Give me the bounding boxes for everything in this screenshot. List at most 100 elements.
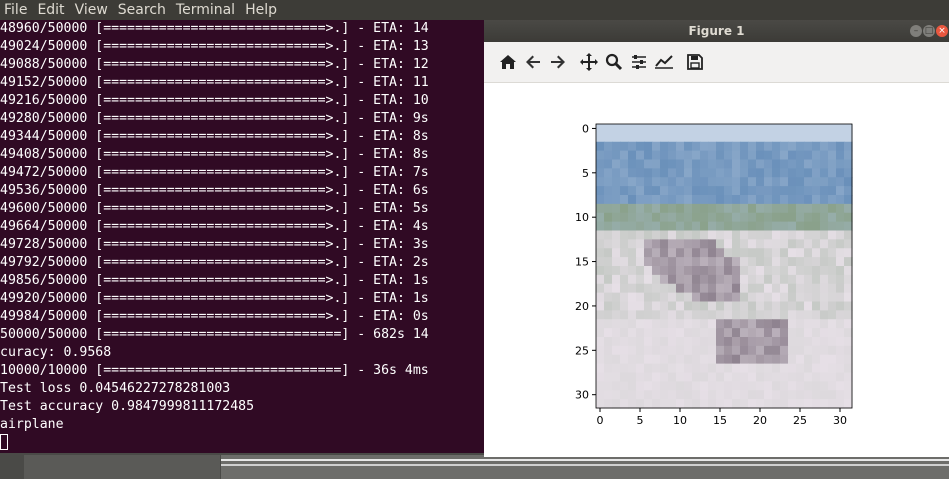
image-pixel: [748, 124, 757, 134]
y-tick-label: 20: [575, 300, 589, 313]
image-pixel: [780, 230, 789, 240]
image-pixel: [772, 283, 781, 294]
menu-file[interactable]: File: [0, 0, 33, 20]
image-pixel: [844, 239, 853, 249]
image-pixel: [644, 301, 653, 311]
plot-area[interactable]: 0 5 10 15 20 25 30 0 5 10 15 20 25 30: [484, 83, 949, 457]
divider: [221, 459, 949, 461]
image-pixel: [780, 177, 789, 187]
menu-search[interactable]: Search: [114, 0, 172, 20]
image-pixel: [772, 186, 781, 196]
image-pixel: [740, 345, 749, 356]
image-pixel: [732, 132, 741, 143]
image-pixel: [700, 283, 709, 294]
image-pixel: [676, 221, 685, 232]
menu-view[interactable]: View: [71, 0, 114, 20]
menu-help[interactable]: Help: [241, 0, 283, 20]
pan-icon[interactable]: [577, 50, 600, 74]
subplots-icon[interactable]: [627, 50, 650, 74]
image-pixel: [636, 283, 645, 294]
image-pixel: [772, 319, 781, 329]
image-pixel: [644, 221, 653, 232]
minimize-icon[interactable]: –: [910, 25, 922, 37]
image-pixel: [604, 319, 613, 329]
save-icon[interactable]: [683, 50, 706, 74]
image-pixel: [828, 328, 837, 338]
image-pixel: [596, 221, 605, 232]
maximize-icon[interactable]: □: [923, 25, 935, 37]
image-pixel: [748, 132, 757, 143]
image-pixel: [844, 168, 853, 178]
image-pixel: [756, 159, 765, 169]
image-pixel: [620, 337, 629, 347]
zoom-icon[interactable]: [602, 50, 625, 74]
image-pixel: [772, 221, 781, 232]
image-pixel: [692, 221, 701, 232]
image-pixel: [612, 274, 621, 285]
image-pixel: [836, 337, 845, 347]
terminal-line: 10000/10000 [===========================…: [0, 363, 429, 378]
image-pixel: [660, 141, 669, 152]
edit-axis-icon[interactable]: [652, 50, 675, 74]
image-pixel: [740, 248, 749, 258]
image-pixel: [692, 292, 701, 303]
image-pixel: [612, 345, 621, 356]
image-pixel: [748, 230, 757, 240]
image-pixel: [812, 141, 821, 152]
image-pixel: [732, 372, 741, 382]
forward-arrow-icon[interactable]: [546, 50, 569, 74]
image-pixel: [764, 248, 773, 258]
image-pixel: [836, 363, 845, 374]
image-pixel: [644, 239, 653, 249]
image-pixel: [676, 345, 685, 356]
image-pixel: [644, 390, 653, 400]
image-pixel: [844, 381, 853, 391]
image-pixel: [668, 292, 677, 303]
image-pixel: [724, 257, 733, 267]
y-tick-label: 15: [575, 256, 589, 269]
image-pixel: [780, 150, 789, 161]
close-icon[interactable]: ×: [936, 25, 948, 37]
image-pixel: [828, 221, 837, 232]
image-pixel: [644, 212, 653, 223]
image-pixel: [660, 372, 669, 382]
image-pixel: [668, 124, 677, 134]
image-pixel: [660, 186, 669, 196]
terminal-output[interactable]: 48960/50000 [===========================…: [0, 20, 484, 453]
menu-edit[interactable]: Edit: [33, 0, 70, 20]
image-pixel: [740, 159, 749, 169]
image-pixel: [764, 292, 773, 303]
image-pixel: [748, 337, 757, 347]
figure-titlebar[interactable]: Figure 1 – □ ×: [484, 20, 949, 42]
image-pixel: [708, 124, 717, 134]
image-pixel: [636, 230, 645, 240]
home-icon[interactable]: [496, 50, 519, 74]
image-pixel: [772, 292, 781, 303]
terminal-line: 49856/50000 [===========================…: [0, 273, 429, 288]
image-pixel: [820, 328, 829, 338]
image-pixel: [716, 203, 725, 214]
image-pixel: [628, 381, 637, 391]
image-pixel: [628, 124, 637, 134]
image-pixel: [820, 239, 829, 249]
image-pixel: [788, 257, 797, 267]
image-pixel: [652, 372, 661, 382]
image-pixel: [724, 248, 733, 258]
back-arrow-icon[interactable]: [521, 50, 544, 74]
image-pixel: [756, 221, 765, 232]
image-pixel: [820, 186, 829, 196]
image-pixel: [692, 363, 701, 374]
image-pixel: [628, 159, 637, 169]
image-pixel: [804, 221, 813, 232]
image-pixel: [820, 177, 829, 187]
image-pixel: [788, 372, 797, 382]
image-pixel: [716, 328, 725, 338]
image-pixel: [612, 310, 621, 320]
image-pixel: [604, 381, 613, 391]
image-pixel: [828, 266, 837, 276]
menu-terminal[interactable]: Terminal: [172, 0, 241, 20]
image-pixel: [716, 150, 725, 161]
image-pixel: [604, 124, 613, 134]
image-pixel: [788, 195, 797, 205]
image-pixel: [764, 328, 773, 338]
